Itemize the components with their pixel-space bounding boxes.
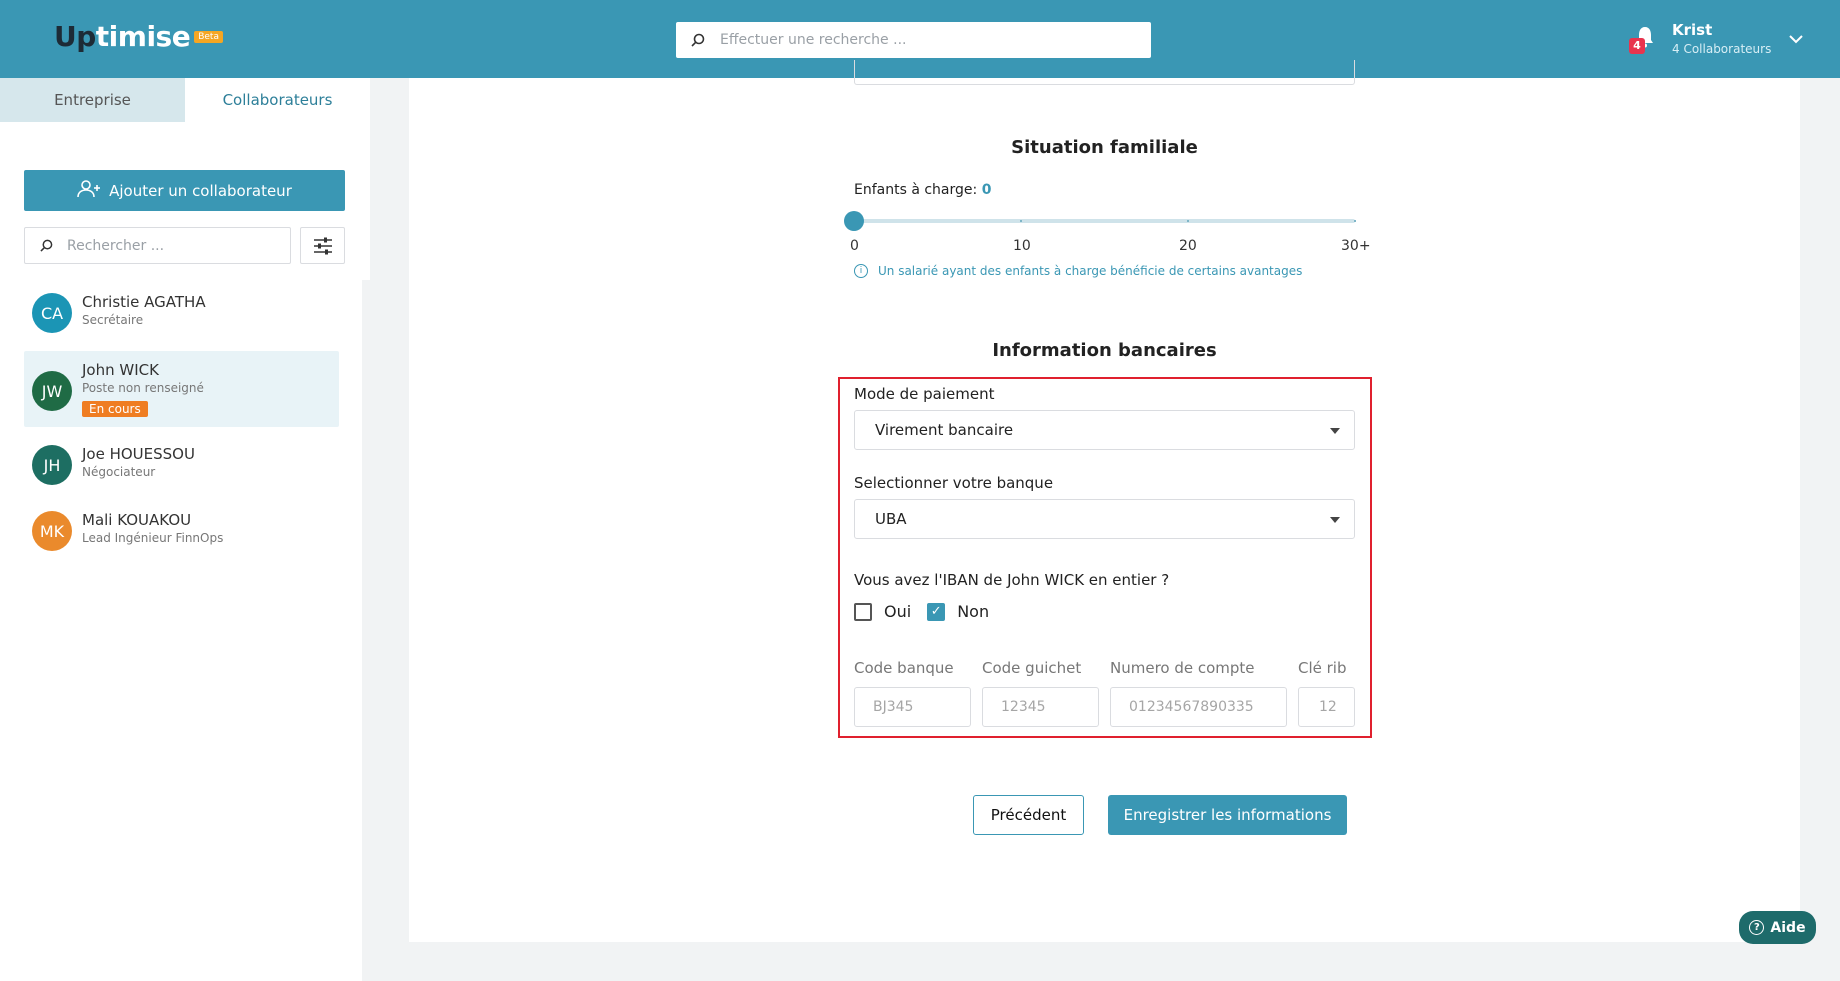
user-name: Krist [1672,20,1713,39]
user-info[interactable]: Krist 4 Collaborateurs [1672,21,1771,56]
collaborator-item-joe-houessou[interactable]: JH Joe HOUESSOU Négociateur [24,435,339,495]
yes-checkbox[interactable] [854,602,872,621]
collaborator-role: Secrétaire [82,313,144,327]
collaborator-item-christie-agatha[interactable]: CA Christie AGATHA Secrétaire [24,283,339,343]
avatar: JW [32,371,72,411]
collaborator-name: Joe HOUESSOU [82,445,195,463]
collaborator-role: Poste non renseigné [82,381,204,395]
bank-label: Selectionner votre banque [854,474,1054,492]
cle-rib-label: Clé rib [1298,659,1347,677]
sidebar: Entreprise Collaborateurs Ajouter un col… [0,78,370,981]
collaborator-search[interactable] [24,227,291,264]
numero-compte-label: Numero de compte [1110,659,1255,677]
slider-tick-label: 30+ [1341,238,1371,254]
collaborator-name: Mali KOUAKOU [82,511,192,529]
sliders-icon [313,237,332,254]
previous-field-bottom[interactable] [854,60,1355,85]
add-collaborator-button[interactable]: Ajouter un collaborateur [24,170,345,211]
iban-question: Vous avez l'IBAN de John WICK en entier … [854,571,1170,589]
caret-down-icon [1330,428,1340,434]
chevron-down-icon[interactable] [1789,28,1804,49]
children-hint: i Un salarié ayant des enfants à charge … [854,264,1302,278]
code-banque-input[interactable] [854,687,971,727]
payment-mode-label: Mode de paiement [854,385,995,403]
collaborator-search-input[interactable] [67,237,267,254]
children-value: 0 [981,182,992,198]
collaborator-role: Lead Ingénieur FinnOps [82,531,224,545]
children-label: Enfants à charge: 0 [854,182,992,198]
payment-mode-value: Virement bancaire [875,421,1014,439]
caret-down-icon [1330,517,1340,523]
global-search[interactable] [676,22,1151,58]
collaborator-role: Négociateur [82,465,156,479]
save-button[interactable]: Enregistrer les informations [1108,795,1347,835]
slider-tick-label: 0 [850,238,859,254]
bank-section-title: Information bancaires [992,340,1217,361]
sidebar-divider [362,280,372,981]
avatar: CA [32,293,72,333]
sidebar-tabs: Entreprise Collaborateurs [0,78,370,122]
collaborator-name: Christie AGATHA [82,293,206,311]
add-user-icon [77,179,101,202]
collaborator-name: John WICK [82,361,159,379]
filter-button[interactable] [300,227,345,264]
payment-mode-select[interactable]: Virement bancaire [854,410,1355,450]
help-button[interactable]: ? Aide [1739,911,1816,944]
collaborator-list: CA Christie AGATHA Secrétaire JW John WI… [24,283,339,561]
tab-entreprise[interactable]: Entreprise [0,78,185,122]
yes-label: Oui [884,602,912,621]
search-icon [676,33,720,47]
search-icon [25,239,67,252]
logo[interactable]: Uptimise Beta [54,20,223,53]
bank-select[interactable]: UBA [854,499,1355,539]
slider-tick [1020,220,1022,222]
user-subtitle: 4 Collaborateurs [1672,41,1772,56]
tab-collaborateurs[interactable]: Collaborateurs [185,78,370,122]
question-icon: ? [1749,920,1765,935]
logo-text: Uptimise [54,20,191,53]
slider-tick [1354,220,1356,222]
avatar: MK [32,511,72,551]
code-guichet-input[interactable] [982,687,1099,727]
notification-count-badge: 4 [1629,38,1645,54]
beta-badge: Beta [194,30,223,43]
no-checkbox[interactable]: ✓ [927,602,946,621]
help-label: Aide [1770,919,1806,936]
code-guichet-label: Code guichet [982,659,1082,677]
code-banque-label: Code banque [854,659,954,677]
numero-compte-input[interactable] [1110,687,1287,727]
collaborator-item-john-wick[interactable]: JW John WICK Poste non renseigné En cour… [24,351,339,427]
add-collaborator-label: Ajouter un collaborateur [109,181,292,200]
cle-rib-input[interactable] [1298,687,1355,727]
previous-button[interactable]: Précédent [973,795,1084,835]
info-icon: i [854,264,868,278]
slider-tick-label: 10 [1013,238,1031,254]
iban-choice: Oui ✓ Non [854,602,1005,621]
notification-bell[interactable]: 4 [1626,18,1662,58]
avatar: JH [32,445,72,485]
slider-tick-label: 20 [1179,238,1197,254]
user-menu[interactable]: 4 Krist 4 Collaborateurs [1626,18,1804,58]
family-section-title: Situation familiale [1011,137,1198,158]
global-search-input[interactable] [720,32,1120,48]
children-slider-track[interactable] [854,219,1355,223]
status-badge: En cours [82,401,148,417]
collaborator-item-mali-kouakou[interactable]: MK Mali KOUAKOU Lead Ingénieur FinnOps [24,501,339,561]
bank-value: UBA [875,510,907,528]
children-slider-handle[interactable] [844,211,864,231]
children-hint-text: Un salarié ayant des enfants à charge bé… [878,264,1303,278]
no-label: Non [957,602,990,621]
slider-tick [1187,220,1189,222]
